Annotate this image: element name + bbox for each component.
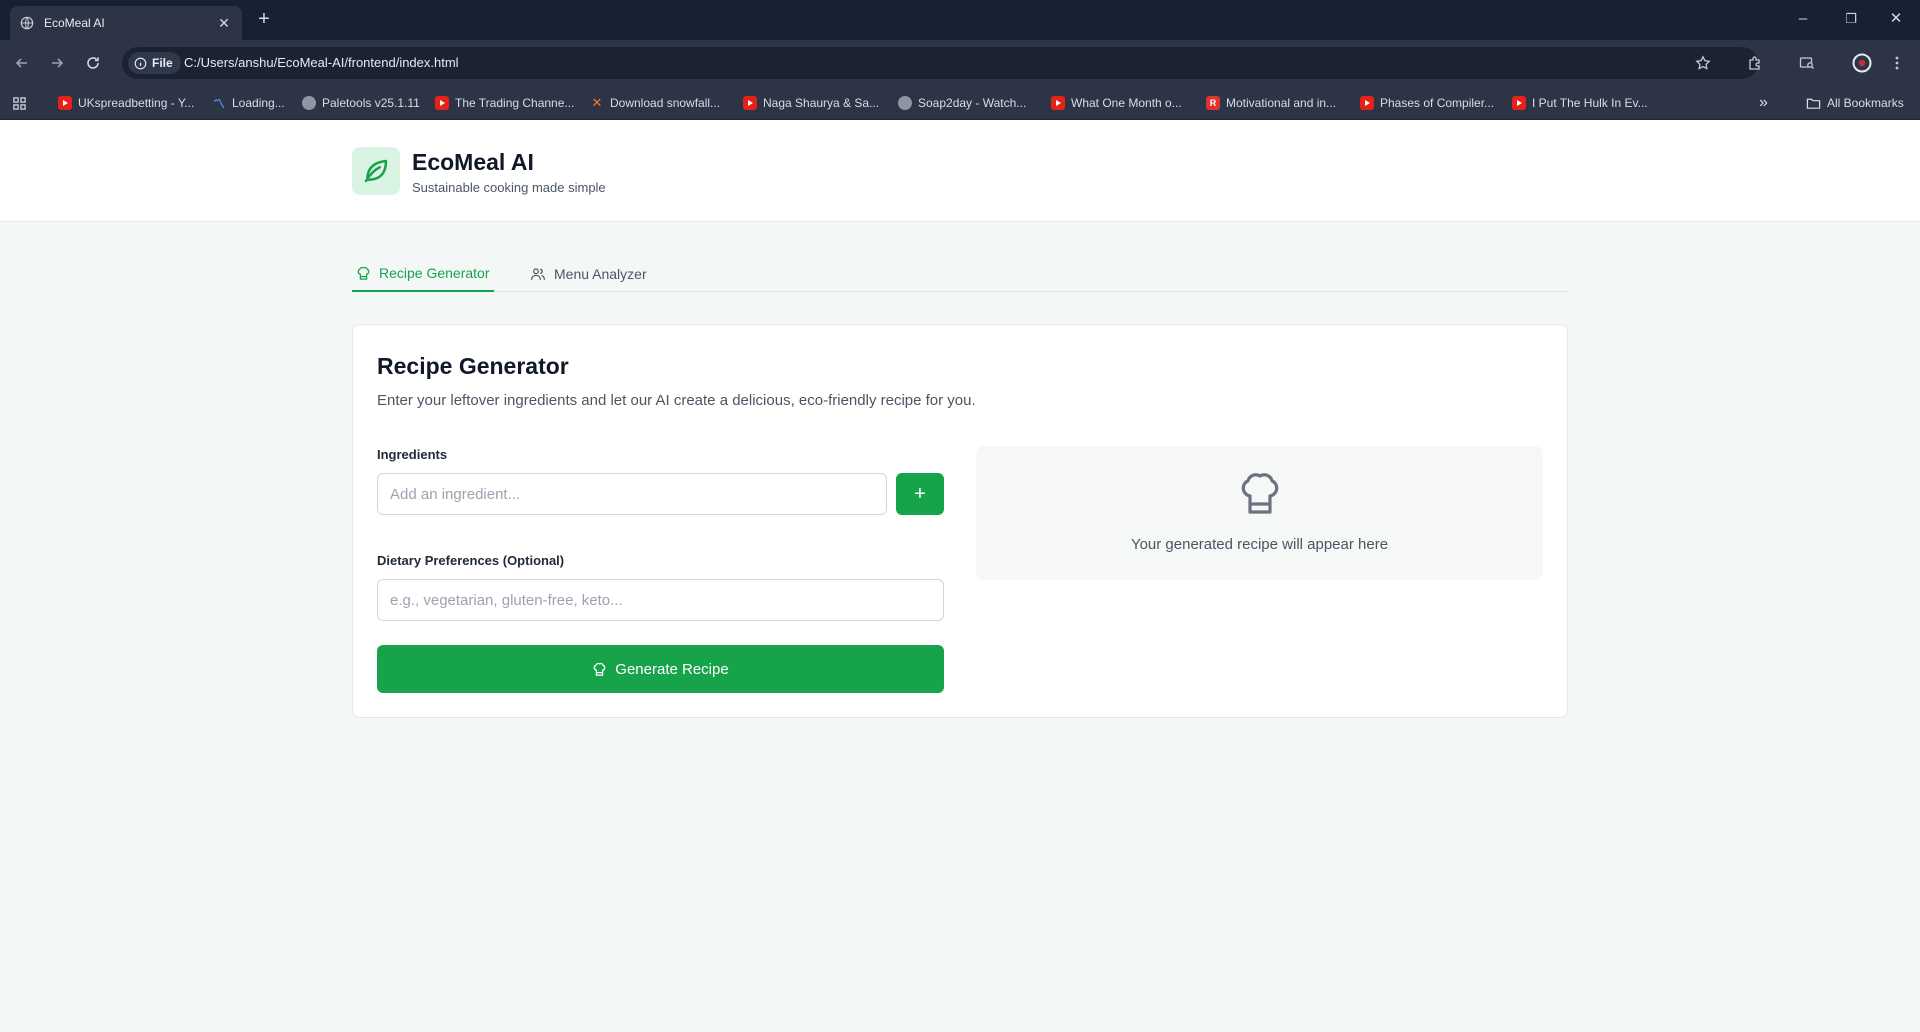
tab-label: Recipe Generator <box>379 265 490 281</box>
bookmark-label: Loading... <box>232 96 285 110</box>
bookmark-label: Soap2day - Watch... <box>918 96 1027 110</box>
app-tabs: Recipe Generator Menu Analyzer <box>352 256 1568 292</box>
bookmark-item[interactable]: What One Month o... <box>1051 93 1182 113</box>
bookmark-item[interactable]: Phases of Compiler... <box>1360 93 1494 113</box>
profile-avatar-icon[interactable] <box>1852 53 1872 73</box>
all-bookmarks-label: All Bookmarks <box>1827 96 1904 110</box>
back-icon[interactable] <box>12 53 32 73</box>
users-icon <box>530 266 546 282</box>
bookmark-item[interactable]: Naga Shaurya & Sa... <box>743 93 879 113</box>
x-icon: ✕ <box>591 95 603 110</box>
app-logo <box>352 147 400 195</box>
bookmark-label: I Put The Hulk In Ev... <box>1532 96 1648 110</box>
reload-icon[interactable] <box>83 53 103 73</box>
browser-tab[interactable]: EcoMeal AI ✕ <box>10 6 242 40</box>
chef-hat-icon <box>356 266 371 281</box>
url-text[interactable]: C:/Users/anshu/EcoMeal-AI/frontend/index… <box>184 55 459 70</box>
ingredients-label: Ingredients <box>377 447 448 462</box>
app-header <box>0 120 1920 222</box>
extensions-icon[interactable] <box>1745 53 1765 73</box>
generate-recipe-label: Generate Recipe <box>615 660 729 678</box>
card-title: Recipe Generator <box>377 353 569 379</box>
tab-label: Menu Analyzer <box>554 266 647 282</box>
tab-search-icon[interactable] <box>1797 53 1817 73</box>
minimize-icon[interactable]: – <box>1793 9 1813 29</box>
bookmark-label: Phases of Compiler... <box>1380 96 1495 110</box>
youtube-icon <box>1051 96 1065 110</box>
more-menu-icon[interactable] <box>1887 53 1907 73</box>
browser-tab-strip <box>0 0 1920 40</box>
bookmark-item[interactable]: The Trading Channe... <box>435 93 574 113</box>
globe-icon <box>20 16 34 30</box>
browser-tab-title: EcoMeal AI <box>44 16 105 30</box>
bookmark-label: Motivational and in... <box>1226 96 1337 110</box>
plus-icon: + <box>914 482 926 505</box>
bookmark-label: What One Month o... <box>1071 96 1182 110</box>
bookmark-item[interactable]: ✕ Download snowfall... <box>590 93 721 113</box>
bookmark-label: Download snowfall... <box>610 96 721 110</box>
youtube-icon <box>743 96 757 110</box>
card-description: Enter your leftover ingredients and let … <box>377 392 976 409</box>
app-subtitle: Sustainable cooking made simple <box>412 180 606 195</box>
close-tab-icon[interactable]: ✕ <box>216 15 232 32</box>
bookmark-item[interactable]: I Put The Hulk In Ev... <box>1512 93 1648 113</box>
apps-grid-icon[interactable] <box>12 93 27 113</box>
bookmark-item[interactable]: 〽 Loading... <box>212 93 285 113</box>
bookmark-item[interactable]: UKspreadbetting - Y... <box>58 93 194 113</box>
restore-icon[interactable]: ❐ <box>1841 9 1861 29</box>
bookmark-label: UKspreadbetting - Y... <box>78 96 195 110</box>
app-title: EcoMeal AI <box>412 149 534 175</box>
bookmark-label: Paletools v25.1.11 <box>322 96 420 110</box>
tab-menu-analyzer[interactable]: Menu Analyzer <box>526 256 651 292</box>
bookmark-item[interactable]: R Motivational and in... <box>1206 93 1336 113</box>
tab-recipe-generator[interactable]: Recipe Generator <box>352 256 494 292</box>
bookmark-star-icon[interactable] <box>1693 53 1713 73</box>
bookmark-item[interactable]: Paletools v25.1.11 <box>302 93 420 113</box>
bookmarks-overflow-icon[interactable]: » <box>1759 93 1768 113</box>
youtube-icon <box>1360 96 1374 110</box>
recipe-empty-state: Your generated recipe will appear here <box>1130 536 1389 553</box>
dietary-preferences-input[interactable] <box>377 579 944 621</box>
forward-icon[interactable] <box>47 53 67 73</box>
globe-icon <box>302 96 316 110</box>
pulse-icon: 〽 <box>212 96 225 111</box>
chef-hat-icon <box>1236 470 1284 518</box>
youtube-icon <box>1512 96 1526 110</box>
info-icon <box>134 57 147 70</box>
all-bookmarks-button[interactable]: All Bookmarks <box>1806 93 1904 113</box>
new-tab-button[interactable]: + <box>254 8 274 32</box>
bookmark-label: Naga Shaurya & Sa... <box>763 96 880 110</box>
globe-icon <box>898 96 912 110</box>
leaf-icon <box>361 156 391 186</box>
r-icon: R <box>1206 96 1220 110</box>
folder-icon <box>1806 96 1821 111</box>
add-ingredient-button[interactable]: + <box>896 473 944 515</box>
site-info-label: File <box>152 56 173 70</box>
chef-hat-icon <box>592 662 607 677</box>
ingredient-input[interactable] <box>377 473 887 515</box>
bookmark-label: The Trading Channe... <box>455 96 575 110</box>
youtube-icon <box>58 96 72 110</box>
site-info-chip[interactable]: File <box>128 52 181 74</box>
close-window-icon[interactable]: ✕ <box>1886 9 1906 29</box>
bookmark-item[interactable]: Soap2day - Watch... <box>898 93 1026 113</box>
generate-recipe-button[interactable]: Generate Recipe <box>377 645 944 693</box>
youtube-icon <box>435 96 449 110</box>
dietary-label: Dietary Preferences (Optional) <box>377 553 565 568</box>
